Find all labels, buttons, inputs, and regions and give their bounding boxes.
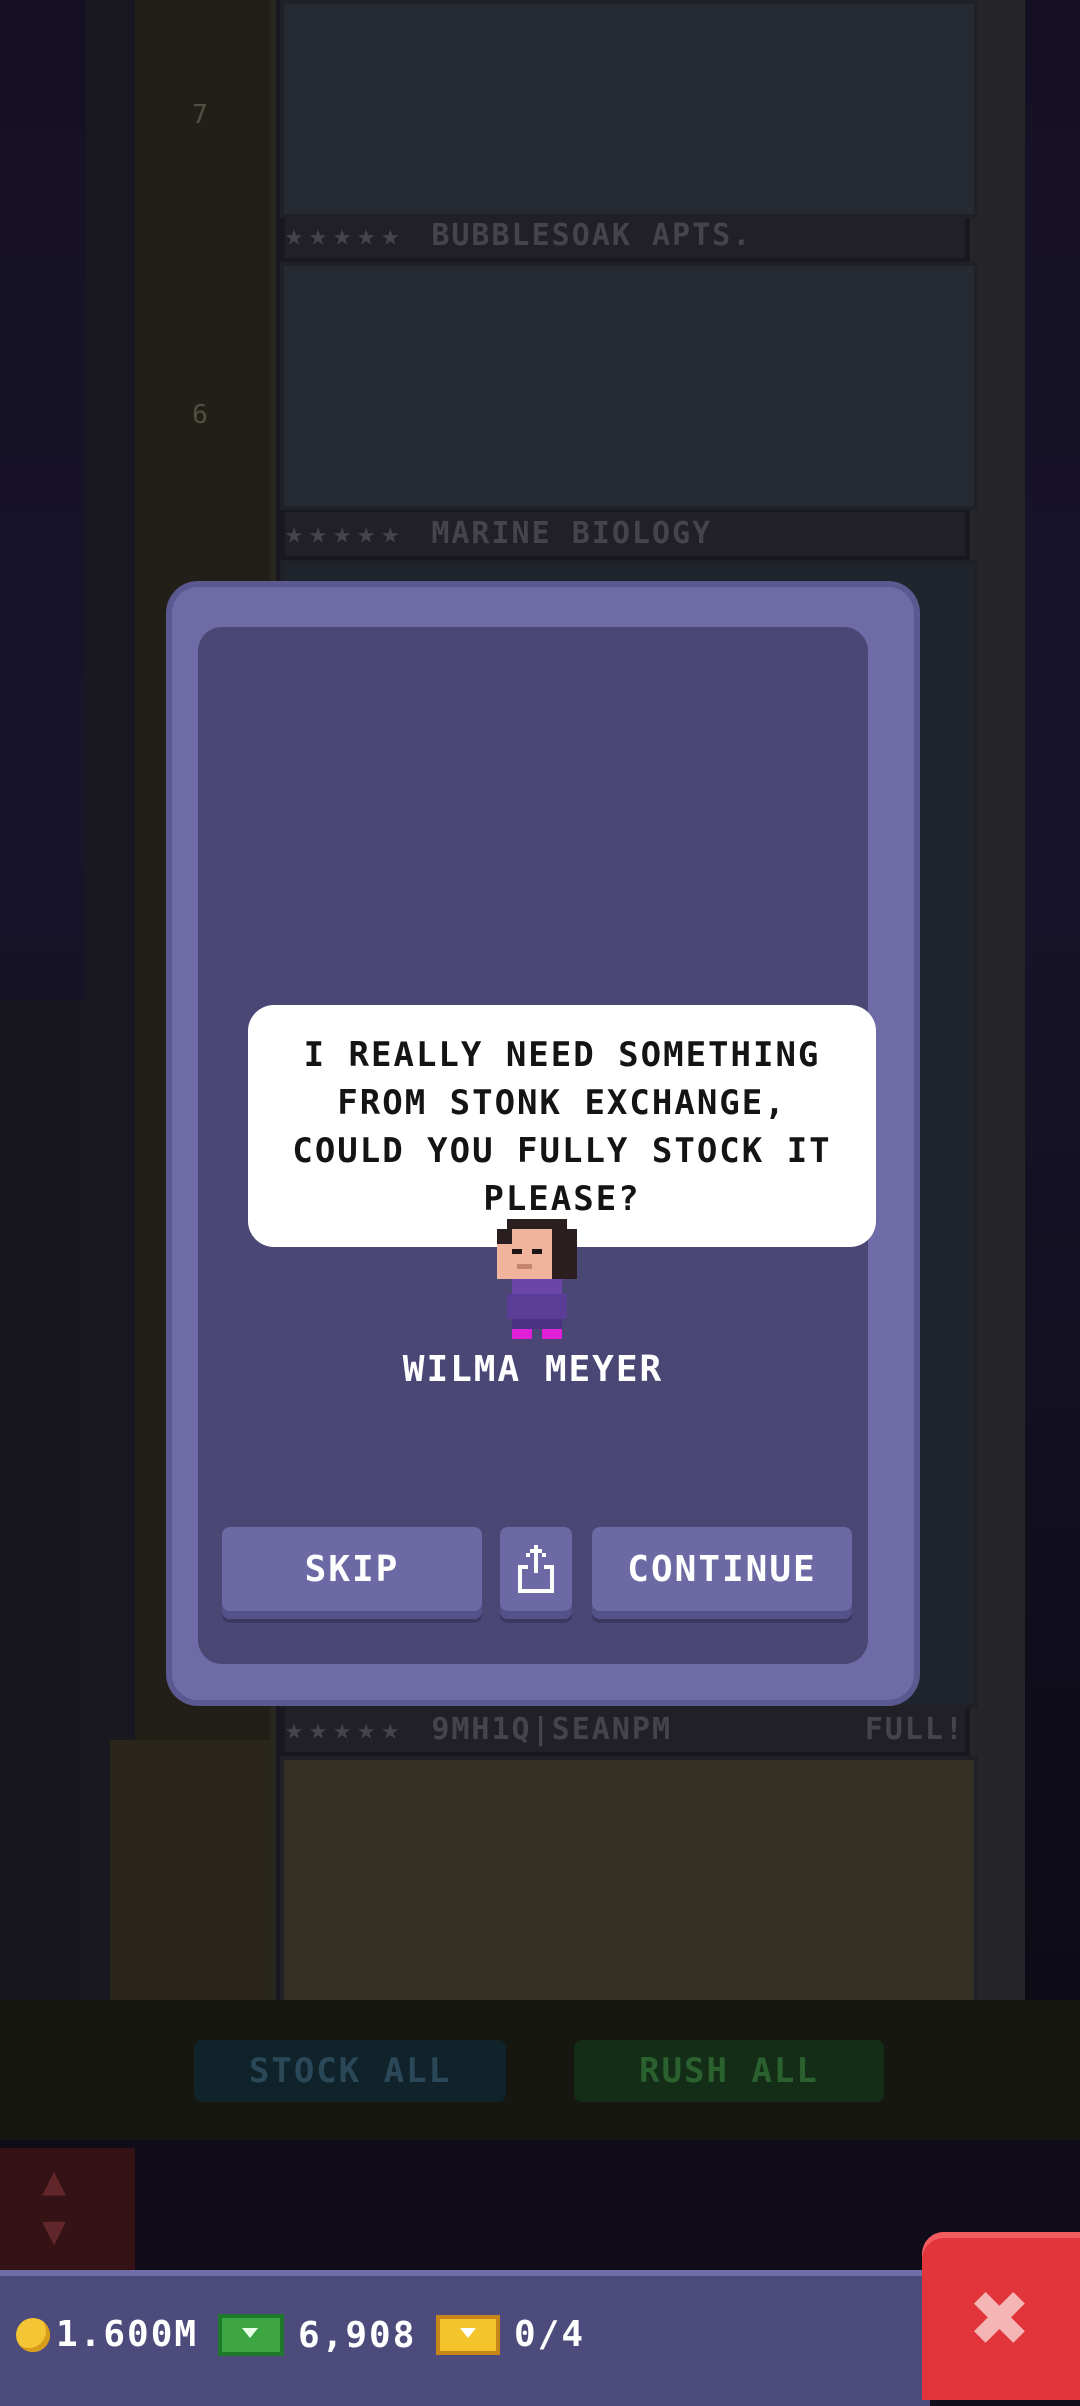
speech-bubble-tail <box>374 1191 414 1231</box>
continue-button[interactable]: CONTINUE <box>592 1527 852 1619</box>
bux-counter: 6,908 <box>218 2314 416 2356</box>
mission-dialog: I REALLY NEED SOMETHING FROM STONK EXCHA… <box>172 587 914 1700</box>
coins-value: 1.600M <box>56 2314 199 2355</box>
share-button[interactable] <box>500 1527 572 1619</box>
bitizen-avatar <box>497 1219 577 1339</box>
coin-icon <box>16 2317 50 2352</box>
npc-name: WILMA MEYER <box>402 1349 664 1390</box>
dialog-panel: I REALLY NEED SOMETHING FROM STONK EXCHA… <box>198 627 876 1664</box>
currency-bar: 1.600M 6,908 0/4 <box>0 2270 930 2406</box>
speech-bubble: I REALLY NEED SOMETHING FROM STONK EXCHA… <box>248 1005 876 1247</box>
continue-label: CONTINUE <box>627 1549 817 1590</box>
coins-counter: 1.600M <box>16 2314 198 2355</box>
skip-button[interactable]: SKIP <box>222 1527 482 1619</box>
golden-ticket-icon <box>436 2314 500 2355</box>
share-icon <box>518 1545 554 1593</box>
bux-icon <box>218 2314 284 2356</box>
close-button[interactable]: ✖ <box>922 2232 1080 2400</box>
close-icon: ✖ <box>970 2259 1032 2376</box>
bux-value: 6,908 <box>298 2314 417 2356</box>
skip-label: SKIP <box>304 1549 400 1590</box>
tickets-value: 0/4 <box>514 2314 586 2355</box>
tickets-counter: 0/4 <box>436 2314 585 2355</box>
